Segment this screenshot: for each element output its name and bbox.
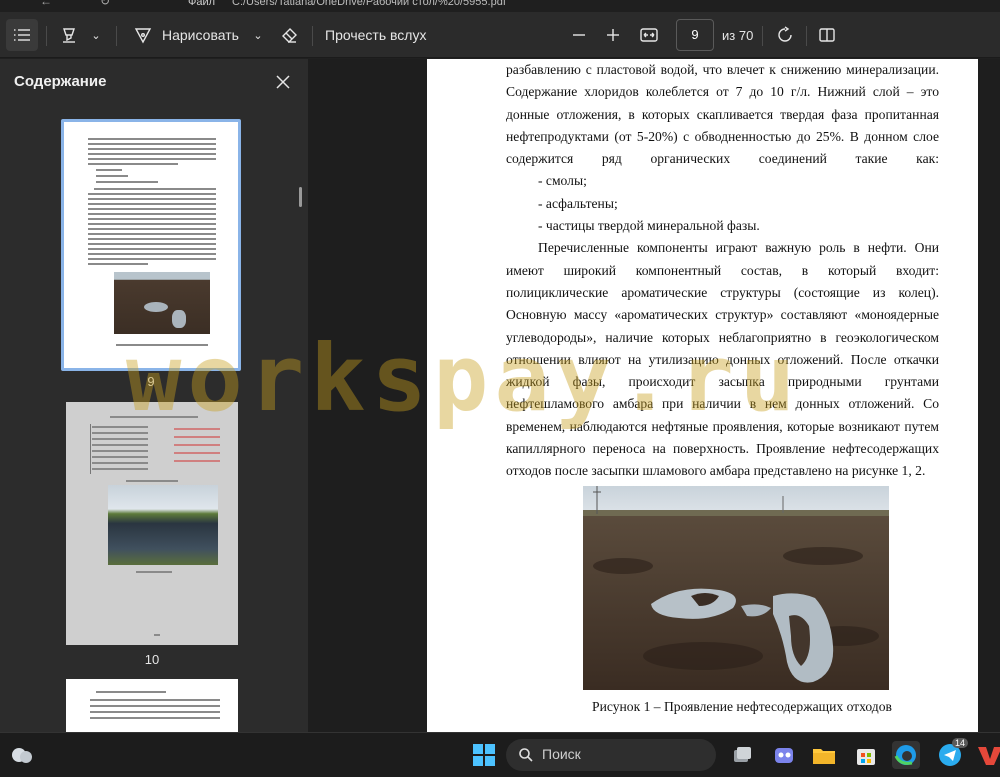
- zoom-out-icon[interactable]: [568, 19, 590, 51]
- weather-icon[interactable]: [8, 741, 36, 769]
- zoom-in-icon[interactable]: [602, 19, 624, 51]
- teams-icon[interactable]: [770, 741, 798, 769]
- back-icon[interactable]: ←: [40, 0, 52, 8]
- draw-icon[interactable]: [130, 19, 156, 51]
- separator: [312, 26, 313, 46]
- two-page-icon[interactable]: [814, 19, 840, 51]
- chevron-down-icon[interactable]: ⌄: [248, 19, 268, 51]
- list-item: - частицы твердой минеральной фазы.: [538, 218, 760, 234]
- page-total: из 70: [722, 27, 754, 43]
- separator: [46, 26, 47, 46]
- draw-button[interactable]: Нарисовать: [162, 19, 239, 51]
- contents-icon[interactable]: [6, 19, 38, 51]
- pdf-toolbar: ⌄ Нарисовать ⌄ Прочесть вслух 9 из 70: [0, 12, 1000, 58]
- eraser-icon[interactable]: [276, 19, 302, 51]
- read-aloud-button[interactable]: Прочесть вслух: [325, 19, 426, 51]
- highlight-icon[interactable]: [56, 19, 82, 51]
- chevron-down-icon[interactable]: ⌄: [86, 19, 106, 51]
- paragraph: разбавлению с пластовой водой, что влече…: [506, 62, 939, 167]
- list-item: - смолы;: [538, 173, 587, 189]
- app-icon[interactable]: [976, 741, 1000, 769]
- separator: [762, 26, 763, 46]
- watermark-text: workspay.ru: [126, 325, 802, 432]
- task-view-icon[interactable]: [728, 741, 756, 769]
- figure-caption: Рисунок 1 – Проявление нефтесодержащих о…: [592, 699, 892, 714]
- telegram-icon[interactable]: 14: [936, 738, 969, 769]
- taskbar-search[interactable]: Поиск: [506, 739, 716, 771]
- refresh-icon[interactable]: ↻: [100, 0, 110, 8]
- title-bar: ← ↻ Файл C:/Users/Tatiana/OneDrive/Рабоч…: [0, 0, 1000, 12]
- search-icon: [519, 748, 533, 762]
- file-explorer-icon[interactable]: [810, 741, 838, 769]
- store-icon[interactable]: [852, 741, 880, 769]
- file-path: C:/Users/Tatiana/OneDrive/Рабочий стол/%…: [232, 0, 506, 8]
- separator: [116, 26, 117, 46]
- page-thumbnail-11[interactable]: [66, 679, 238, 732]
- list-item: - асфальтены;: [538, 195, 618, 211]
- window-title: Файл: [188, 0, 216, 8]
- edge-icon[interactable]: [892, 741, 920, 769]
- figure-photo: [583, 486, 889, 690]
- page-thumbnail-10[interactable]: [66, 402, 238, 645]
- search-label: Поиск: [542, 746, 581, 762]
- thumb-number-10: 10: [144, 652, 160, 667]
- page-number-input[interactable]: 9: [676, 19, 714, 51]
- taskbar: Поиск 14: [0, 732, 1000, 777]
- rotate-icon[interactable]: [772, 19, 798, 51]
- thumb-photo: [108, 485, 218, 565]
- sidebar-scrollbar[interactable]: [299, 187, 302, 207]
- fit-width-icon[interactable]: [636, 19, 662, 51]
- separator: [806, 26, 807, 46]
- sidebar-title: Содержание: [14, 73, 107, 90]
- close-icon[interactable]: [272, 71, 294, 93]
- telegram-badge: 14: [952, 738, 969, 748]
- windows-start-icon[interactable]: [470, 741, 498, 769]
